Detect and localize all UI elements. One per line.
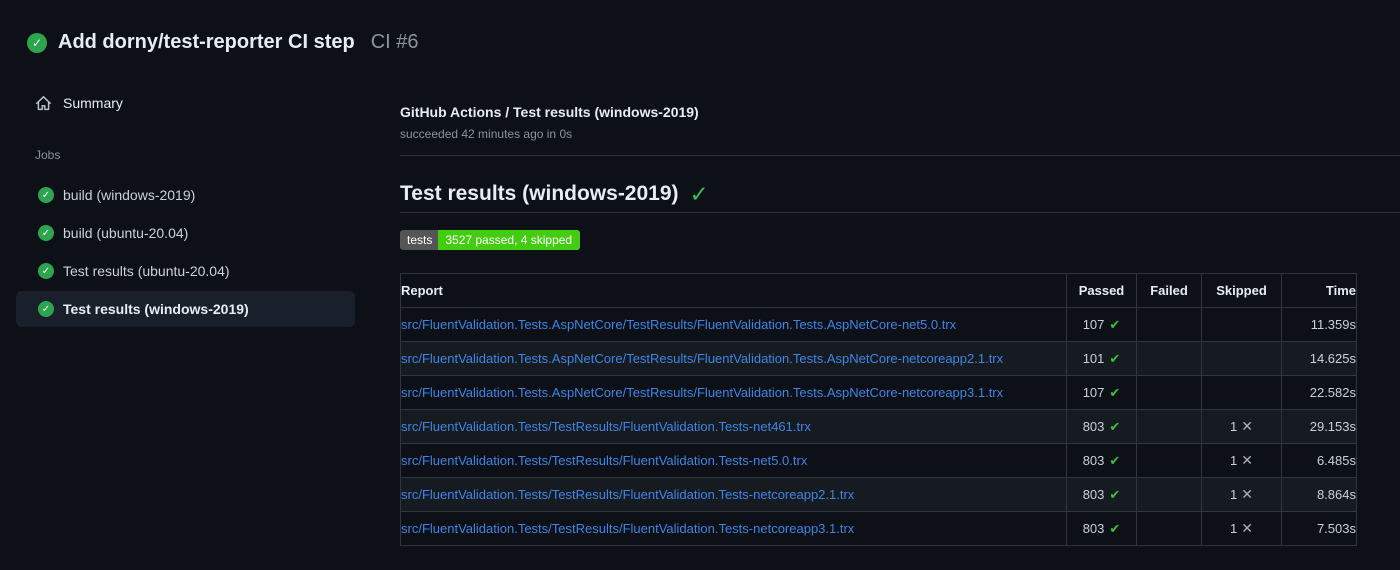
tests-badge-value: 3527 passed, 4 skipped — [438, 230, 581, 250]
skipped-cell — [1201, 341, 1282, 376]
skipped-cell: 1 ✕ — [1201, 477, 1282, 512]
time-cell: 8.864s — [1281, 477, 1357, 512]
failed-cell — [1136, 341, 1202, 376]
failed-cell — [1136, 511, 1202, 546]
report-link[interactable]: src/FluentValidation.Tests.AspNetCore/Te… — [401, 317, 956, 332]
check-icon: ✔ — [1109, 316, 1121, 332]
job-success-icon: ✓ — [38, 225, 54, 241]
report-link[interactable]: src/FluentValidation.Tests.AspNetCore/Te… — [401, 351, 1003, 366]
skipped-cell: 1 ✕ — [1201, 443, 1282, 478]
heading-check-icon: ✓ — [689, 180, 709, 207]
skipped-cell: 1 ✕ — [1201, 409, 1282, 444]
job-success-icon: ✓ — [38, 263, 54, 279]
sidebar-item-build-windows-2019[interactable]: ✓ build (windows-2019) — [16, 177, 355, 213]
check-icon: ✔ — [1109, 350, 1121, 366]
table-row: src/FluentValidation.Tests/TestResults/F… — [400, 511, 1357, 546]
table-row: src/FluentValidation.Tests/TestResults/F… — [400, 409, 1357, 444]
sidebar-summary-label: Summary — [63, 95, 123, 111]
sidebar-item-test-results-ubuntu-2004[interactable]: ✓ Test results (ubuntu-20.04) — [16, 253, 355, 289]
cross-icon: ✕ — [1241, 520, 1253, 536]
job-status-text: succeeded 42 minutes ago in 0s — [400, 127, 573, 141]
passed-cell: 803 ✔ — [1066, 511, 1137, 546]
skipped-cell: 1 ✕ — [1201, 511, 1282, 546]
report-link[interactable]: src/FluentValidation.Tests/TestResults/F… — [401, 521, 854, 536]
job-success-icon: ✓ — [38, 187, 54, 203]
cross-icon: ✕ — [1241, 418, 1253, 434]
job-label: Test results (windows-2019) — [63, 301, 249, 317]
failed-cell — [1136, 409, 1202, 444]
column-header-skipped: Skipped — [1201, 273, 1282, 308]
failed-cell — [1136, 443, 1202, 478]
section-heading-row: Test results (windows-2019) ✓ — [400, 182, 1400, 206]
job-breadcrumb-title: GitHub Actions / Test results (windows-2… — [400, 104, 699, 120]
passed-cell: 107 ✔ — [1066, 375, 1137, 410]
table-row: src/FluentValidation.Tests/TestResults/F… — [400, 443, 1357, 478]
time-cell: 29.153s — [1281, 409, 1357, 444]
check-icon: ✔ — [1109, 486, 1121, 502]
time-cell: 6.485s — [1281, 443, 1357, 478]
table-row: src/FluentValidation.Tests.AspNetCore/Te… — [400, 307, 1357, 342]
job-label: build (windows-2019) — [63, 187, 196, 203]
sidebar-job-list: ✓ build (windows-2019) ✓ build (ubuntu-2… — [0, 177, 400, 327]
run-status-check-icon: ✓ — [27, 32, 47, 53]
run-header: ✓ Add dorny/test-reporter CI step CI #6 — [0, 0, 1400, 55]
sidebar-item-summary[interactable]: Summary — [0, 85, 400, 121]
time-cell: 22.582s — [1281, 375, 1357, 410]
time-cell: 14.625s — [1281, 341, 1357, 376]
failed-cell — [1136, 477, 1202, 512]
skipped-cell — [1201, 375, 1282, 410]
skipped-cell — [1201, 307, 1282, 342]
job-success-icon: ✓ — [38, 301, 54, 317]
column-header-passed: Passed — [1066, 273, 1137, 308]
home-icon — [35, 95, 52, 112]
passed-cell: 803 ✔ — [1066, 477, 1137, 512]
report-link[interactable]: src/FluentValidation.Tests/TestResults/F… — [401, 419, 811, 434]
sidebar-jobs-label: Jobs — [35, 148, 61, 162]
time-cell: 7.503s — [1281, 511, 1357, 546]
column-header-failed: Failed — [1136, 273, 1202, 308]
table-header-row: Report Passed Failed Skipped Time — [400, 273, 1357, 308]
passed-cell: 803 ✔ — [1066, 443, 1137, 478]
column-header-time: Time — [1281, 273, 1357, 308]
passed-cell: 107 ✔ — [1066, 307, 1137, 342]
passed-cell: 101 ✔ — [1066, 341, 1137, 376]
check-icon: ✔ — [1109, 418, 1121, 434]
passed-cell: 803 ✔ — [1066, 409, 1137, 444]
time-cell: 11.359s — [1281, 307, 1357, 342]
sidebar: Summary Jobs ✓ build (windows-2019) ✓ bu… — [0, 55, 400, 329]
report-link[interactable]: src/FluentValidation.Tests/TestResults/F… — [401, 487, 854, 502]
check-icon: ✔ — [1109, 452, 1121, 468]
column-header-report: Report — [400, 273, 1067, 308]
failed-cell — [1136, 375, 1202, 410]
main-content: GitHub Actions / Test results (windows-2… — [400, 55, 1400, 546]
check-icon: ✔ — [1109, 520, 1121, 536]
page-layout: Summary Jobs ✓ build (windows-2019) ✓ bu… — [0, 55, 1400, 546]
tests-badge: tests 3527 passed, 4 skipped — [400, 230, 581, 250]
table-row: src/FluentValidation.Tests.AspNetCore/Te… — [400, 341, 1357, 376]
tests-badge-label: tests — [400, 230, 439, 250]
failed-cell — [1136, 307, 1202, 342]
run-number: CI #6 — [370, 31, 419, 53]
sidebar-item-build-ubuntu-2004[interactable]: ✓ build (ubuntu-20.04) — [16, 215, 355, 251]
run-title: Add dorny/test-reporter CI step — [58, 31, 355, 53]
report-link[interactable]: src/FluentValidation.Tests.AspNetCore/Te… — [401, 385, 1003, 400]
job-label: Test results (ubuntu-20.04) — [63, 263, 230, 279]
check-icon: ✔ — [1109, 384, 1121, 400]
section-heading: Test results (windows-2019) — [400, 182, 679, 205]
report-link[interactable]: src/FluentValidation.Tests/TestResults/F… — [401, 453, 807, 468]
table-row: src/FluentValidation.Tests.AspNetCore/Te… — [400, 375, 1357, 410]
test-results-table: Report Passed Failed Skipped Time src/Fl… — [400, 273, 1357, 546]
divider — [400, 155, 1400, 156]
job-label: build (ubuntu-20.04) — [63, 225, 189, 241]
cross-icon: ✕ — [1241, 452, 1253, 468]
divider — [400, 212, 1400, 213]
table-row: src/FluentValidation.Tests/TestResults/F… — [400, 477, 1357, 512]
cross-icon: ✕ — [1241, 486, 1253, 502]
sidebar-item-test-results-windows-2019[interactable]: ✓ Test results (windows-2019) — [16, 291, 355, 327]
